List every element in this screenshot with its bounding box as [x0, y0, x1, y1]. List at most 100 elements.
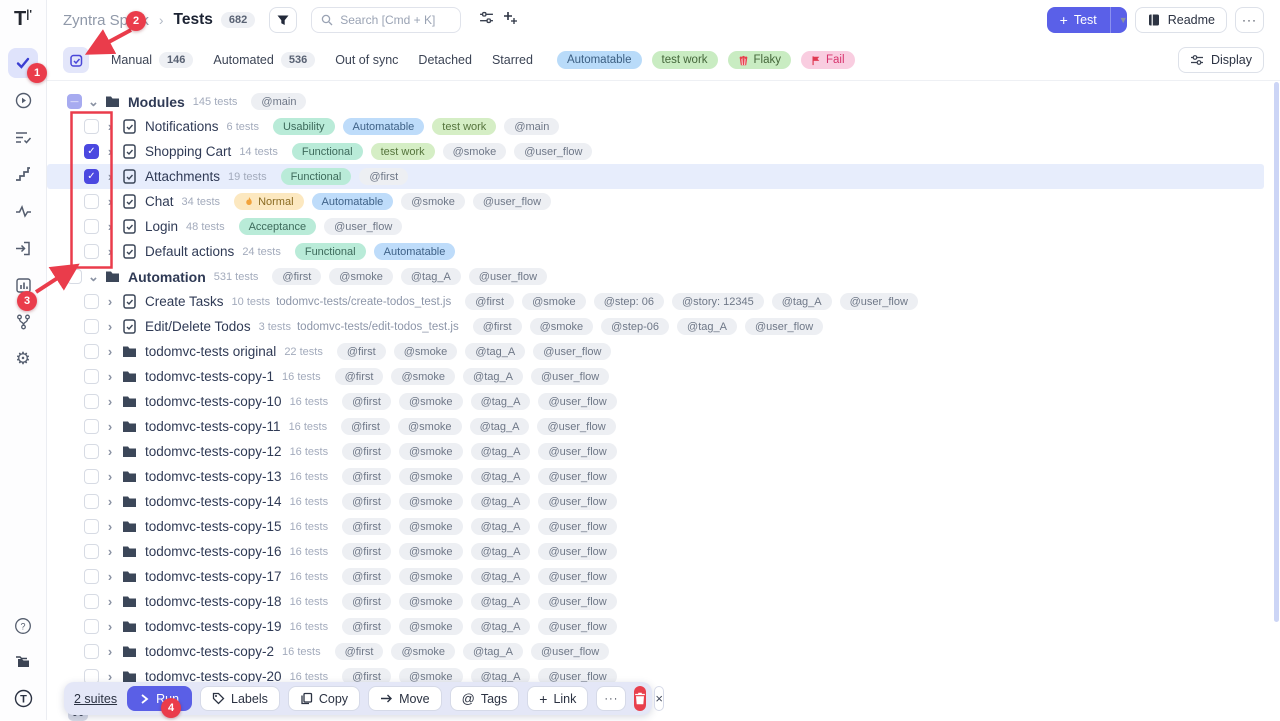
search-input[interactable]: Search [Cmd + K]: [311, 7, 461, 33]
ai-sparkle-icon[interactable]: [502, 10, 518, 31]
suite-name[interactable]: Create Tasks: [145, 294, 224, 309]
tag-badge[interactable]: @user_flow: [469, 268, 547, 285]
header-more-button[interactable]: ···: [1235, 7, 1264, 33]
chevron-down-icon[interactable]: ⌄: [88, 94, 98, 110]
tag-badge[interactable]: @user_flow: [840, 293, 918, 310]
suite-row[interactable]: ›todomvc-tests-copy-1216 tests@first@smo…: [47, 439, 1280, 464]
suite-row[interactable]: ✓›Shopping Cart14 testsFunctionaltest wo…: [47, 139, 1280, 164]
tag-badge[interactable]: @first: [342, 443, 391, 460]
filter-tab-starred[interactable]: Starred: [492, 53, 533, 67]
suite-row[interactable]: ›Edit/Delete Todos3 teststodomvc-tests/e…: [47, 314, 1280, 339]
suite-row[interactable]: ⌄Automation531 tests@first@smoke@tag_A@u…: [47, 264, 1280, 289]
suite-name[interactable]: todomvc-tests-copy-13: [145, 469, 282, 484]
row-checkbox[interactable]: [84, 544, 99, 559]
chevron-right-icon[interactable]: ›: [105, 519, 115, 534]
tag-badge[interactable]: @first: [473, 318, 522, 335]
chevron-right-icon[interactable]: ›: [105, 144, 115, 159]
row-checkbox[interactable]: [84, 494, 99, 509]
chevron-down-icon[interactable]: ⌄: [88, 269, 98, 285]
suite-name[interactable]: todomvc-tests-copy-14: [145, 494, 282, 509]
chevron-right-icon[interactable]: ›: [105, 444, 115, 459]
suite-row[interactable]: ›todomvc-tests-copy-1416 tests@first@smo…: [47, 489, 1280, 514]
row-checkbox[interactable]: —: [67, 94, 82, 109]
suite-name[interactable]: Modules: [128, 94, 185, 110]
readme-button[interactable]: Readme: [1135, 7, 1227, 33]
suite-row[interactable]: ›todomvc-tests-copy-1016 tests@first@smo…: [47, 389, 1280, 414]
suite-name[interactable]: todomvc-tests-copy-18: [145, 594, 282, 609]
suite-name[interactable]: todomvc-tests-copy-10: [145, 394, 282, 409]
tag-badge[interactable]: @user_flow: [538, 518, 616, 535]
tag-badge[interactable]: @first: [342, 518, 391, 535]
tag-badge[interactable]: @user_flow: [514, 143, 592, 160]
tag-badge[interactable]: @user_flow: [473, 193, 551, 210]
filter-button[interactable]: [269, 7, 297, 33]
suite-row[interactable]: —⌄Modules145 tests@main: [47, 89, 1280, 114]
tag-badge[interactable]: @tag_A: [463, 643, 523, 660]
tag-badge[interactable]: @tag_A: [471, 543, 531, 560]
tag-badge[interactable]: @tag_A: [471, 568, 531, 585]
tag-badge[interactable]: @first: [342, 468, 391, 485]
tag-badge[interactable]: @user_flow: [538, 468, 616, 485]
tag-badge[interactable]: @tag_A: [772, 293, 832, 310]
suite-row[interactable]: ›Chat34 testsNormalAutomatable@smoke@use…: [47, 189, 1280, 214]
tag-badge[interactable]: @tag_A: [471, 593, 531, 610]
tag-badge[interactable]: @first: [335, 643, 384, 660]
chevron-right-icon[interactable]: ›: [105, 569, 115, 584]
label-badge[interactable]: Automatable: [374, 243, 456, 260]
tag-badge[interactable]: @first: [341, 418, 390, 435]
tag-badge[interactable]: @smoke: [399, 518, 463, 535]
copy-button[interactable]: Copy: [288, 686, 360, 711]
tag-badge[interactable]: @user_flow: [324, 218, 402, 235]
sidebar-item-test-plans[interactable]: [8, 122, 38, 152]
view-settings-icon[interactable]: [479, 10, 494, 30]
suite-name[interactable]: Shopping Cart: [145, 144, 231, 159]
row-checkbox[interactable]: [84, 194, 99, 209]
tag-badge[interactable]: @first: [342, 618, 391, 635]
suite-name[interactable]: todomvc-tests-copy-11: [145, 419, 281, 434]
tag-badge[interactable]: @smoke: [399, 468, 463, 485]
suite-name[interactable]: Automation: [128, 269, 206, 285]
sidebar-item-pulse[interactable]: [8, 196, 38, 226]
tag-badge[interactable]: @first: [359, 168, 408, 185]
tag-badge[interactable]: @first: [465, 293, 514, 310]
chevron-right-icon[interactable]: ›: [105, 244, 115, 259]
tag-badge[interactable]: @smoke: [401, 193, 465, 210]
tag-badge[interactable]: @smoke: [399, 393, 463, 410]
suite-name[interactable]: Notifications: [145, 119, 219, 134]
chevron-right-icon[interactable]: ›: [105, 619, 115, 634]
chevron-right-icon[interactable]: ›: [105, 544, 115, 559]
suite-row[interactable]: ›todomvc-tests-copy-1716 tests@first@smo…: [47, 564, 1280, 589]
chevron-right-icon[interactable]: ›: [105, 644, 115, 659]
add-test-button[interactable]: +Test ▼: [1047, 7, 1127, 33]
sidebar-item-runs[interactable]: [8, 85, 38, 115]
suite-name[interactable]: Edit/Delete Todos: [145, 319, 251, 334]
tag-badge[interactable]: @tag_A: [471, 443, 531, 460]
suite-name[interactable]: todomvc-tests-copy-16: [145, 544, 282, 559]
tag-badge[interactable]: @user_flow: [533, 343, 611, 360]
row-checkbox[interactable]: [84, 119, 99, 134]
label-badge[interactable]: test work: [432, 118, 496, 135]
filter-tab-manual[interactable]: Manual146: [111, 52, 193, 68]
suite-name[interactable]: Default actions: [145, 244, 234, 259]
add-test-dropdown[interactable]: ▼: [1110, 7, 1127, 33]
tag-badge[interactable]: @smoke: [394, 343, 458, 360]
suite-row[interactable]: ›todomvc-tests-copy-1316 tests@first@smo…: [47, 464, 1280, 489]
label-badge[interactable]: Normal: [234, 193, 303, 210]
filter-tab-out-of-sync[interactable]: Out of sync: [335, 53, 398, 67]
row-checkbox[interactable]: [84, 394, 99, 409]
tag-badge[interactable]: @smoke: [398, 418, 462, 435]
suite-name[interactable]: todomvc-tests-copy-12: [145, 444, 282, 459]
chevron-right-icon[interactable]: ›: [105, 469, 115, 484]
chevron-right-icon[interactable]: ›: [105, 169, 115, 184]
row-checkbox[interactable]: [84, 294, 99, 309]
suite-row[interactable]: ›Default actions24 testsFunctionalAutoma…: [47, 239, 1280, 264]
suite-name[interactable]: Attachments: [145, 169, 220, 184]
suite-row[interactable]: ›todomvc-tests-copy-1616 tests@first@smo…: [47, 539, 1280, 564]
tag-badge[interactable]: @user_flow: [531, 643, 609, 660]
tag-badge[interactable]: @tag_A: [471, 518, 531, 535]
chevron-right-icon[interactable]: ›: [105, 294, 115, 309]
chevron-right-icon[interactable]: ›: [105, 194, 115, 209]
filter-chip-flaky[interactable]: Flaky: [728, 51, 791, 69]
label-badge[interactable]: Automatable: [312, 193, 394, 210]
tag-badge[interactable]: @smoke: [399, 568, 463, 585]
